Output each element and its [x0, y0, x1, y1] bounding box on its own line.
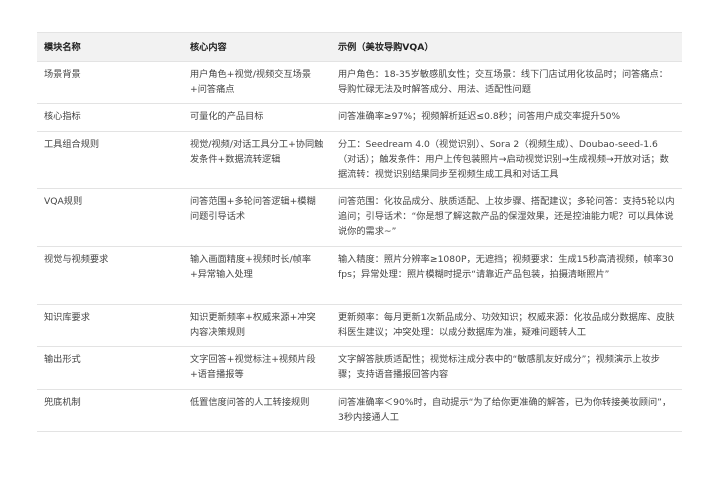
- prd-module-table: 模块名称 核心内容 示例（美妆导购VQA） 场景背景 用户角色+视觉/视频交互场…: [37, 32, 682, 432]
- header-row: 模块名称 核心内容 示例（美妆导购VQA）: [37, 32, 682, 62]
- cell-module: 输出形式: [37, 346, 183, 390]
- header-module: 模块名称: [37, 32, 183, 62]
- cell-example: 更新频率：每月更新1次新品成分、功效知识；权威来源：化妆品成分数据库、皮肤科医生…: [331, 304, 682, 347]
- cell-core: 可量化的产品目标: [183, 103, 331, 132]
- cell-core: 问答范围+多轮问答逻辑+模糊问题引导话术: [183, 188, 331, 247]
- header-example: 示例（美妆导购VQA）: [331, 32, 682, 62]
- cell-module: 工具组合规则: [37, 131, 183, 189]
- table-row: 视觉与视频要求 输入画面精度+视频时长/帧率+异常输入处理 输入精度：照片分辨率…: [37, 246, 682, 305]
- content-area: 模块名称 核心内容 示例（美妆导购VQA） 场景背景 用户角色+视觉/视频交互场…: [37, 32, 682, 432]
- table-row: VQA规则 问答范围+多轮问答逻辑+模糊问题引导话术 问答范围：化妆品成分、肤质…: [37, 188, 682, 247]
- table-row: 核心指标 可量化的产品目标 问答准确率≥97%；视频解析延迟≤0.8秒；问答用户…: [37, 103, 682, 132]
- cell-module: 兜底机制: [37, 389, 183, 432]
- table-row: 场景背景 用户角色+视觉/视频交互场景+问答痛点 用户角色：18-35岁敏感肌女…: [37, 61, 682, 104]
- table-row: 兜底机制 低置信度问答的人工转接规则 问答准确率＜90%时，自动提示“为了给你更…: [37, 389, 682, 432]
- cell-module: 视觉与视频要求: [37, 246, 183, 305]
- cell-example: 问答范围：化妆品成分、肤质适配、上妆步骤、搭配建议；多轮问答：支持5轮以内追问；…: [331, 188, 682, 247]
- cell-module: 知识库要求: [37, 304, 183, 347]
- cell-core: 用户角色+视觉/视频交互场景+问答痛点: [183, 61, 331, 104]
- cell-module: 核心指标: [37, 103, 183, 132]
- cell-example: 问答准确率＜90%时，自动提示“为了给你更准确的解答，已为你转接美妆顾问”，3秒…: [331, 389, 682, 432]
- table-row: 输出形式 文字回答+视觉标注+视频片段+语音播报等 文字解答肤质适配性；视觉标注…: [37, 346, 682, 390]
- table-row: 工具组合规则 视觉/视频/对话工具分工+协同触发条件+数据流转逻辑 分工：See…: [37, 131, 682, 189]
- cell-core: 视觉/视频/对话工具分工+协同触发条件+数据流转逻辑: [183, 131, 331, 189]
- cell-example: 用户角色：18-35岁敏感肌女性；交互场景：线下门店试用化妆品时；问答痛点：导购…: [331, 61, 682, 104]
- cell-example: 问答准确率≥97%；视频解析延迟≤0.8秒；问答用户成交率提升50%: [331, 103, 682, 132]
- cell-example: 文字解答肤质适配性；视觉标注成分表中的“敏感肌友好成分”；视频演示上妆步骤；支持…: [331, 346, 682, 390]
- cell-module: VQA规则: [37, 188, 183, 247]
- cell-module: 场景背景: [37, 61, 183, 104]
- cell-example: 输入精度：照片分辨率≥1080P，无遮挡；视频要求：生成15秒高清视频，帧率30…: [331, 246, 682, 305]
- cell-core: 输入画面精度+视频时长/帧率+异常输入处理: [183, 246, 331, 305]
- cell-example: 分工：Seedream 4.0（视觉识别）、Sora 2（视频生成）、Douba…: [331, 131, 682, 189]
- cell-core: 知识更新频率+权威来源+冲突内容决策规则: [183, 304, 331, 347]
- cell-core: 低置信度问答的人工转接规则: [183, 389, 331, 432]
- table-header: 模块名称 核心内容 示例（美妆导购VQA）: [37, 32, 682, 62]
- header-core-content: 核心内容: [183, 32, 331, 62]
- cell-core: 文字回答+视觉标注+视频片段+语音播报等: [183, 346, 331, 390]
- table-row: 知识库要求 知识更新频率+权威来源+冲突内容决策规则 更新频率：每月更新1次新品…: [37, 304, 682, 347]
- table-body: 场景背景 用户角色+视觉/视频交互场景+问答痛点 用户角色：18-35岁敏感肌女…: [37, 61, 682, 432]
